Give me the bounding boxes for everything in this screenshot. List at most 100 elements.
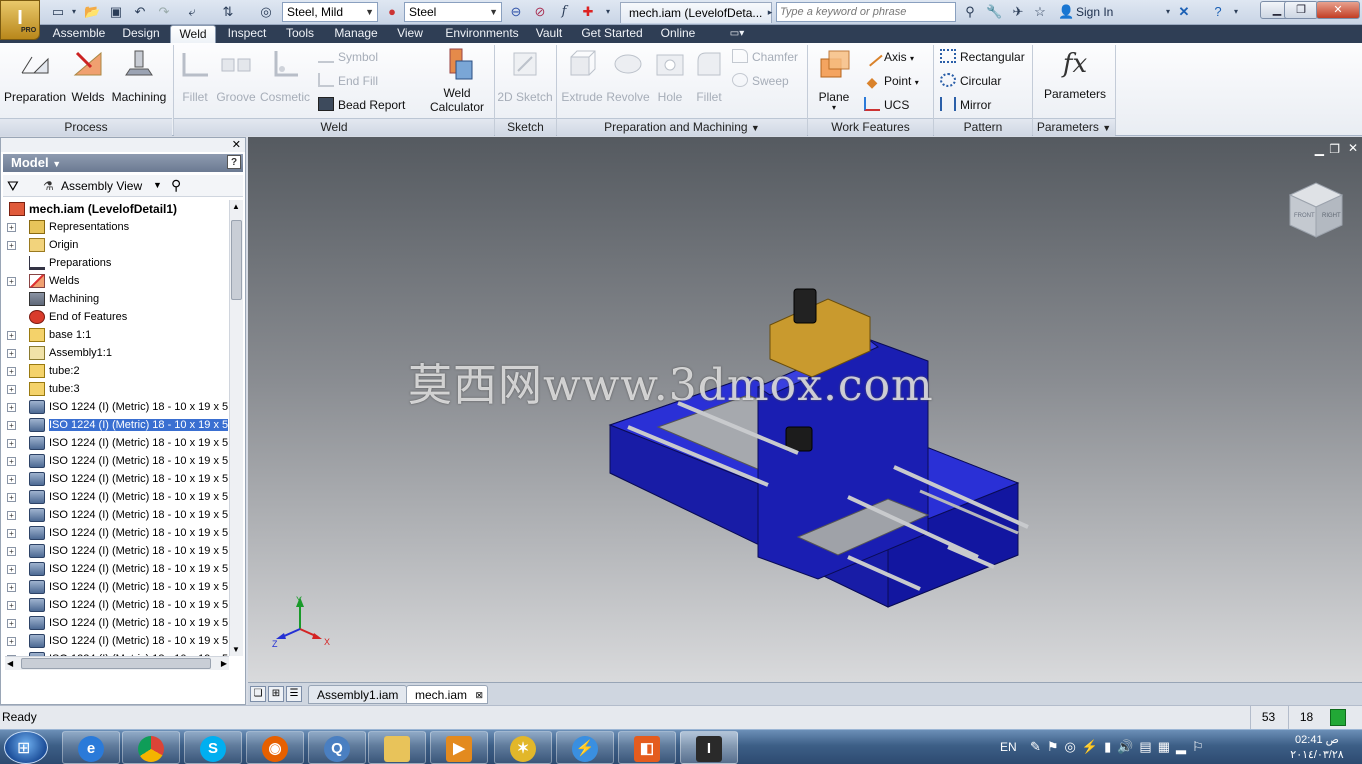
cnc-machine-model[interactable] [598,277,1038,617]
save-icon[interactable]: ▣ [108,4,124,20]
expand-icon[interactable]: + [7,439,16,448]
expand-icon[interactable]: + [7,241,16,250]
expand-icon[interactable]: + [7,421,16,430]
fillet-weld-button[interactable]: Fillet [176,47,214,104]
expand-icon[interactable]: + [7,601,16,610]
tree-node[interactable]: End of Features [5,308,231,326]
taskbar-firefox[interactable]: ◉ [246,731,304,764]
open-icon[interactable]: 📂 [84,4,100,20]
adjust-icon[interactable]: ⊖ [508,4,524,20]
sign-in-link[interactable]: Sign In [1076,5,1113,19]
tree-node[interactable]: + ISO 1224 (I) (Metric) 18 - 10 x 19 x 5 [5,560,231,578]
tree-node[interactable]: + Assembly1:1 [5,344,231,362]
mirror-button[interactable]: Mirror [940,96,991,114]
vertical-scrollbar[interactable]: ▲ ▼ [229,200,243,656]
subscription-icon[interactable]: 🔧 [986,4,1002,20]
qat-dropdown-icon[interactable]: ▾ [600,4,616,20]
find-icon[interactable]: ⚲ [171,177,181,194]
circular-pattern-button[interactable]: Circular [940,72,1001,90]
expand-icon[interactable]: + [7,367,16,376]
tree-node[interactable]: + ISO 1224 (I) (Metric) 18 - 10 x 19 x 5 [5,632,231,650]
fx-icon[interactable]: f [556,4,572,20]
welds-button[interactable]: Welds [68,47,108,104]
tab-vault[interactable]: Vault [530,25,568,43]
chevron-down-icon[interactable]: ▼ [153,180,162,190]
redo-icon[interactable]: ↷ [156,4,172,20]
tree-node[interactable]: Machining [5,290,231,308]
browser-header[interactable]: Model ▼ ? [3,154,243,172]
expand-icon[interactable]: + [7,331,16,340]
tree-node[interactable]: + ISO 1224 (I) (Metric) 18 - 10 x 19 x 5 [5,542,231,560]
tree-node[interactable]: Preparations [5,254,231,272]
viewport-close-icon[interactable]: ✕ [1348,141,1358,155]
tree-node[interactable]: + ISO 1224 (I) (Metric) 18 - 10 x 19 x 5 [5,434,231,452]
tab-weld[interactable]: Weld [170,25,216,43]
communication-icon[interactable]: ✈ [1010,4,1026,20]
panel-close-icon[interactable]: ✕ [232,138,241,151]
filter-icon[interactable]: ⛛ [7,178,19,195]
expand-icon[interactable]: + [7,223,16,232]
tab-environments[interactable]: Environments [434,25,530,43]
expand-icon[interactable]: + [7,619,16,628]
expand-icon[interactable]: + [7,529,16,538]
ilogic-icon[interactable]: ✚ [580,4,596,20]
help-dropdown-icon[interactable]: ▾ [1228,4,1244,20]
graphics-viewport[interactable]: ▁ ❐ ✕ FRONT RIGHT 莫西网www.3dmox.com Y X Z [248,137,1362,682]
tree-node[interactable]: + base 1:1 [5,326,231,344]
tab-manage[interactable]: Manage [326,25,386,43]
tile-windows-icon[interactable]: ⊞ [268,686,284,702]
expand-icon[interactable]: + [7,493,16,502]
scroll-up-icon[interactable]: ▲ [232,202,240,211]
tree-node[interactable]: + ISO 1224 (I) (Metric) 18 - 10 x 19 x 5 [5,596,231,614]
tree-root[interactable]: mech.iam (LevelofDetail1) [5,200,231,218]
parameters-button[interactable]: fx Parameters [1040,47,1110,101]
extrude-button[interactable]: Extrude [560,47,604,104]
tree-node[interactable]: + ISO 1224 (I) (Metric) 18 - 10 x 19 x 5 [5,578,231,596]
ribbon-options-icon[interactable]: ▭▾ [722,25,752,43]
clock-date[interactable]: ٢٠١٤/٠٣/٢٨ [1278,748,1356,761]
fillet-button[interactable]: Fillet [688,47,730,104]
rectangular-pattern-button[interactable]: Rectangular [940,48,1025,66]
ucs-button[interactable]: UCS [864,96,909,114]
tree-node[interactable]: + ISO 1224 (I) (Metric) 18 - 10 x 19 x 5 [5,452,231,470]
clear-icon[interactable]: ⊘ [532,4,548,20]
taskbar-inventor[interactable]: I [680,731,738,764]
viewcube[interactable] [1284,177,1348,243]
group-parameters[interactable]: Parameters ▼ [1033,118,1115,136]
new-dropdown-icon[interactable]: ▾ [66,4,82,20]
tab-tools[interactable]: Tools [278,25,322,43]
undo-icon[interactable]: ↶ [132,4,148,20]
expand-icon[interactable]: + [7,637,16,646]
scroll-thumb-h[interactable] [21,658,211,669]
machining-button[interactable]: Machining [108,47,170,104]
tab-get-started[interactable]: Get Started [574,25,650,43]
scroll-down-icon[interactable]: ▼ [232,645,240,654]
taskbar-quicktime[interactable]: Q [308,731,366,764]
horizontal-scrollbar[interactable]: ◀ ▶ [5,656,229,670]
tree-node[interactable]: + ISO 1224 (I) (Metric) 18 - 10 x 19 x 5 [5,416,231,434]
appearance-select[interactable]: Steel ▼ [404,2,502,22]
taskbar-skype[interactable]: S [184,731,242,764]
expand-icon[interactable]: + [7,349,16,358]
help-icon[interactable]: ? [1210,4,1226,20]
group-preparation-machining[interactable]: Preparation and Machining ▼ [557,118,807,136]
tree-node[interactable]: + ISO 1224 (I) (Metric) 18 - 10 x 19 x 5 [5,488,231,506]
tab-design[interactable]: Design [116,25,166,43]
tree-node[interactable]: + ISO 1224 (I) (Metric) 18 - 10 x 19 x 5 [5,614,231,632]
binoculars-icon[interactable]: ⚲ [962,4,978,20]
doc-tab-mech[interactable]: mech.iam ⊠ [406,685,489,704]
tab-online[interactable]: Online [654,25,702,43]
taskbar-ie[interactable]: e [62,731,120,764]
restore-button[interactable]: ❐ [1284,1,1318,19]
tree-node[interactable]: + Welds [5,272,231,290]
expand-icon[interactable]: + [7,277,16,286]
taskbar-app-flash[interactable]: ⚡ [556,731,614,764]
tree-node[interactable]: + Origin [5,236,231,254]
tree-node[interactable]: + tube:3 [5,380,231,398]
viewport-restore-icon[interactable]: ❐ [1329,142,1340,156]
expand-icon[interactable]: + [7,511,16,520]
scroll-left-icon[interactable]: ◀ [7,659,13,668]
language-indicator[interactable]: EN [1000,740,1017,754]
preparation-button[interactable]: Preparation [4,47,66,104]
select-icon[interactable]: ◎ [258,4,274,20]
